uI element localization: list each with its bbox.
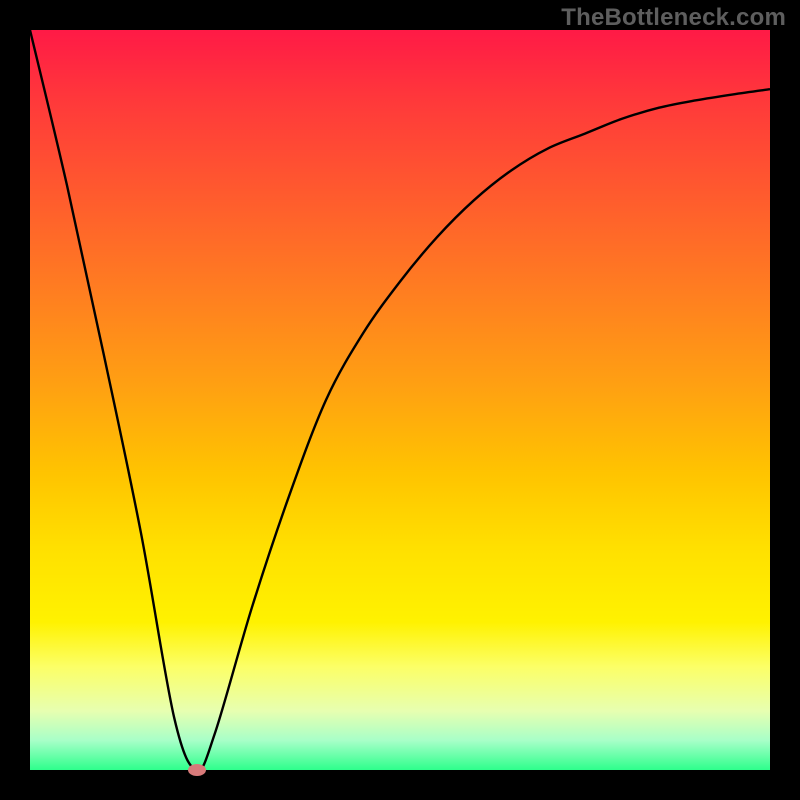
bottleneck-curve [30,30,770,770]
optimal-point-marker [188,764,206,776]
chart-frame: TheBottleneck.com [0,0,800,800]
watermark-text: TheBottleneck.com [561,4,786,32]
plot-area [30,30,770,770]
